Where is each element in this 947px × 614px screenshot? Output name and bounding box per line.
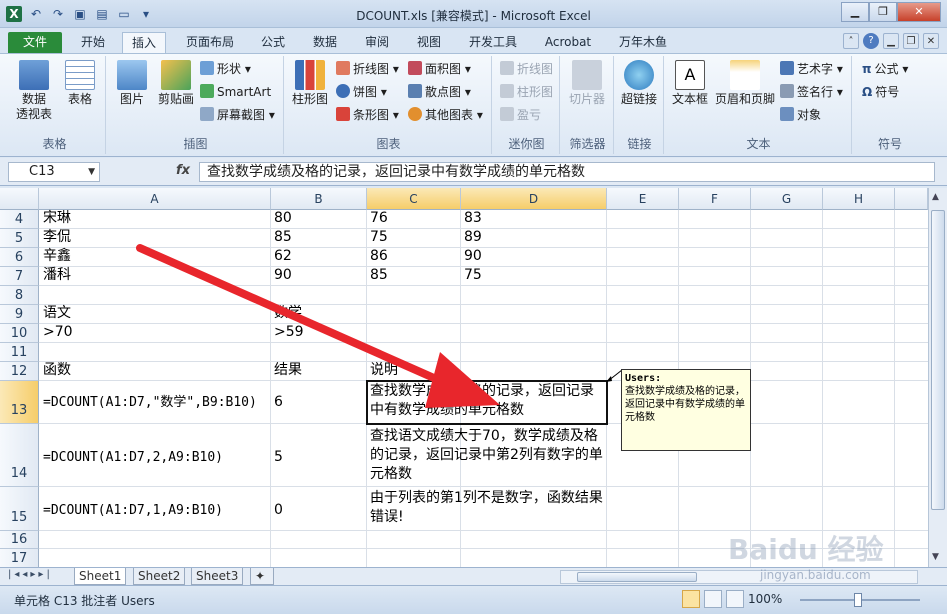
sheet-tab-2[interactable]: Sheet2 (133, 568, 186, 585)
page-layout-view-icon[interactable] (704, 590, 722, 608)
sheet-tab-1[interactable]: Sheet1 (74, 568, 127, 585)
scroll-up-icon[interactable]: ▲ (932, 192, 939, 202)
status-bar: 单元格 C13 批注者 Users 100% (0, 585, 947, 614)
vertical-scroll-thumb[interactable] (931, 210, 945, 510)
vertical-scrollbar[interactable]: ▲ ▼ (928, 188, 947, 568)
sheet-tab-3[interactable]: Sheet3 (191, 568, 244, 585)
zoom-slider[interactable] (800, 593, 920, 607)
sheet-nav-icons[interactable]: |◂◂▸▸| (8, 569, 53, 580)
scroll-down-icon[interactable]: ▼ (932, 552, 939, 562)
annotation-arrow (136, 244, 500, 408)
zoom-level[interactable]: 100% (748, 592, 782, 606)
page-break-view-icon[interactable] (726, 590, 744, 608)
baidu-watermark: Baidu 经验 (728, 533, 884, 566)
normal-view-icon[interactable] (682, 590, 700, 608)
insert-sheet-icon[interactable]: ✦ (250, 568, 274, 585)
status-text: 单元格 C13 批注者 Users (14, 594, 155, 608)
zoom-slider-knob[interactable] (854, 593, 862, 607)
watermark-url: jingyan.baidu.com (760, 568, 871, 582)
horizontal-scroll-thumb[interactable] (577, 572, 697, 582)
